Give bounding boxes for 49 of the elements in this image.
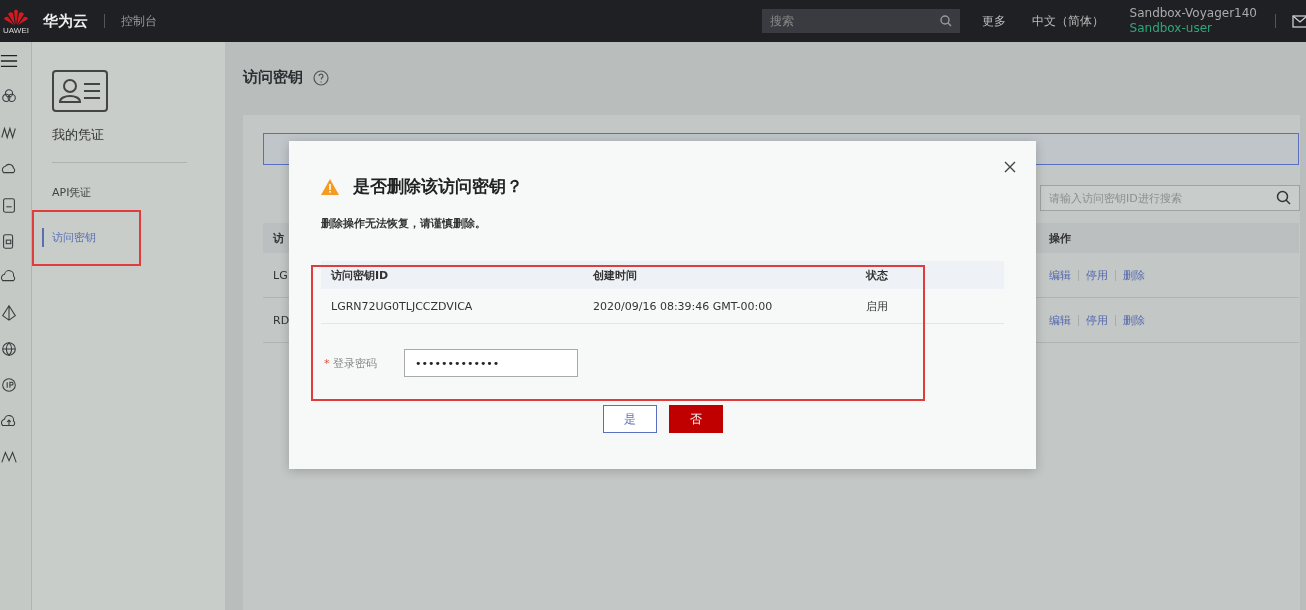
search-icon[interactable] (1276, 190, 1291, 205)
table-cell-text: 2020/09/16 08:39:46 GMT-00:00 (593, 299, 774, 313)
logo-icon (4, 7, 28, 26)
column-header: 访问密钥ID (330, 267, 390, 283)
password-field[interactable]: ••••••••••••• (404, 349, 578, 377)
brand-name[interactable]: 华为云 (43, 11, 88, 31)
warning-icon (321, 178, 339, 195)
sidebar-title: 我的凭证 (52, 126, 105, 144)
search-icon[interactable] (939, 15, 952, 27)
yes-button[interactable]: 是 (602, 405, 657, 433)
nav-link[interactable]: 更多 (981, 12, 1006, 30)
nav-link[interactable]: 中文（简体） (1031, 12, 1104, 30)
action-link[interactable]: 停用 (1086, 267, 1108, 283)
mail-icon[interactable] (1292, 14, 1306, 28)
action-link[interactable]: 编辑 (1049, 267, 1071, 283)
ip-icon[interactable] (0, 376, 18, 394)
sidebar-item[interactable]: API凭证 (52, 183, 225, 202)
table-cell: LG (273, 268, 288, 282)
column-header: 状态 (866, 267, 889, 283)
page-title: 访问密钥 (243, 68, 303, 87)
table-cell-text: 启用 (866, 298, 889, 314)
action-link[interactable]: 编辑 (1049, 312, 1071, 328)
no-button[interactable]: 否 (668, 405, 723, 433)
dialog-title: 是否删除该访问密钥？ (353, 175, 523, 198)
sidebar-item[interactable]: 访问密钥 (42, 228, 139, 247)
search-field[interactable]: 搜索 (761, 9, 960, 33)
column-header: 创建时间 (593, 267, 638, 283)
help-icon[interactable] (313, 69, 329, 86)
field-label: 登录密码 (333, 356, 377, 370)
user-name[interactable]: Sandbox-user (1129, 21, 1257, 36)
logo-text: UAWEI (3, 25, 29, 35)
column-header: 访 (273, 231, 284, 245)
console-link[interactable]: 控制台 (121, 12, 157, 30)
wave-icon[interactable] (0, 124, 18, 142)
id-card-icon (52, 70, 108, 112)
table-cell: RD (273, 313, 290, 327)
column-header: 操作 (1049, 230, 1071, 246)
globe-icon[interactable] (0, 340, 18, 358)
close-icon[interactable] (1004, 161, 1016, 173)
menu-icon[interactable] (0, 52, 18, 70)
dialog-message: 删除操作无法恢复，请谨慎删除。 (321, 216, 487, 231)
required-mark: * (324, 356, 330, 370)
table-cell-text: LGRN72UG0TLJCCZDVICA (330, 299, 474, 313)
pyramid-icon[interactable] (0, 304, 18, 322)
action-link[interactable]: 删除 (1123, 267, 1145, 283)
account-name[interactable]: Sandbox-Voyager140 (1129, 6, 1257, 21)
action-link[interactable]: 停用 (1086, 312, 1108, 328)
card-icon[interactable] (0, 196, 18, 214)
action-link[interactable]: 删除 (1123, 312, 1145, 328)
